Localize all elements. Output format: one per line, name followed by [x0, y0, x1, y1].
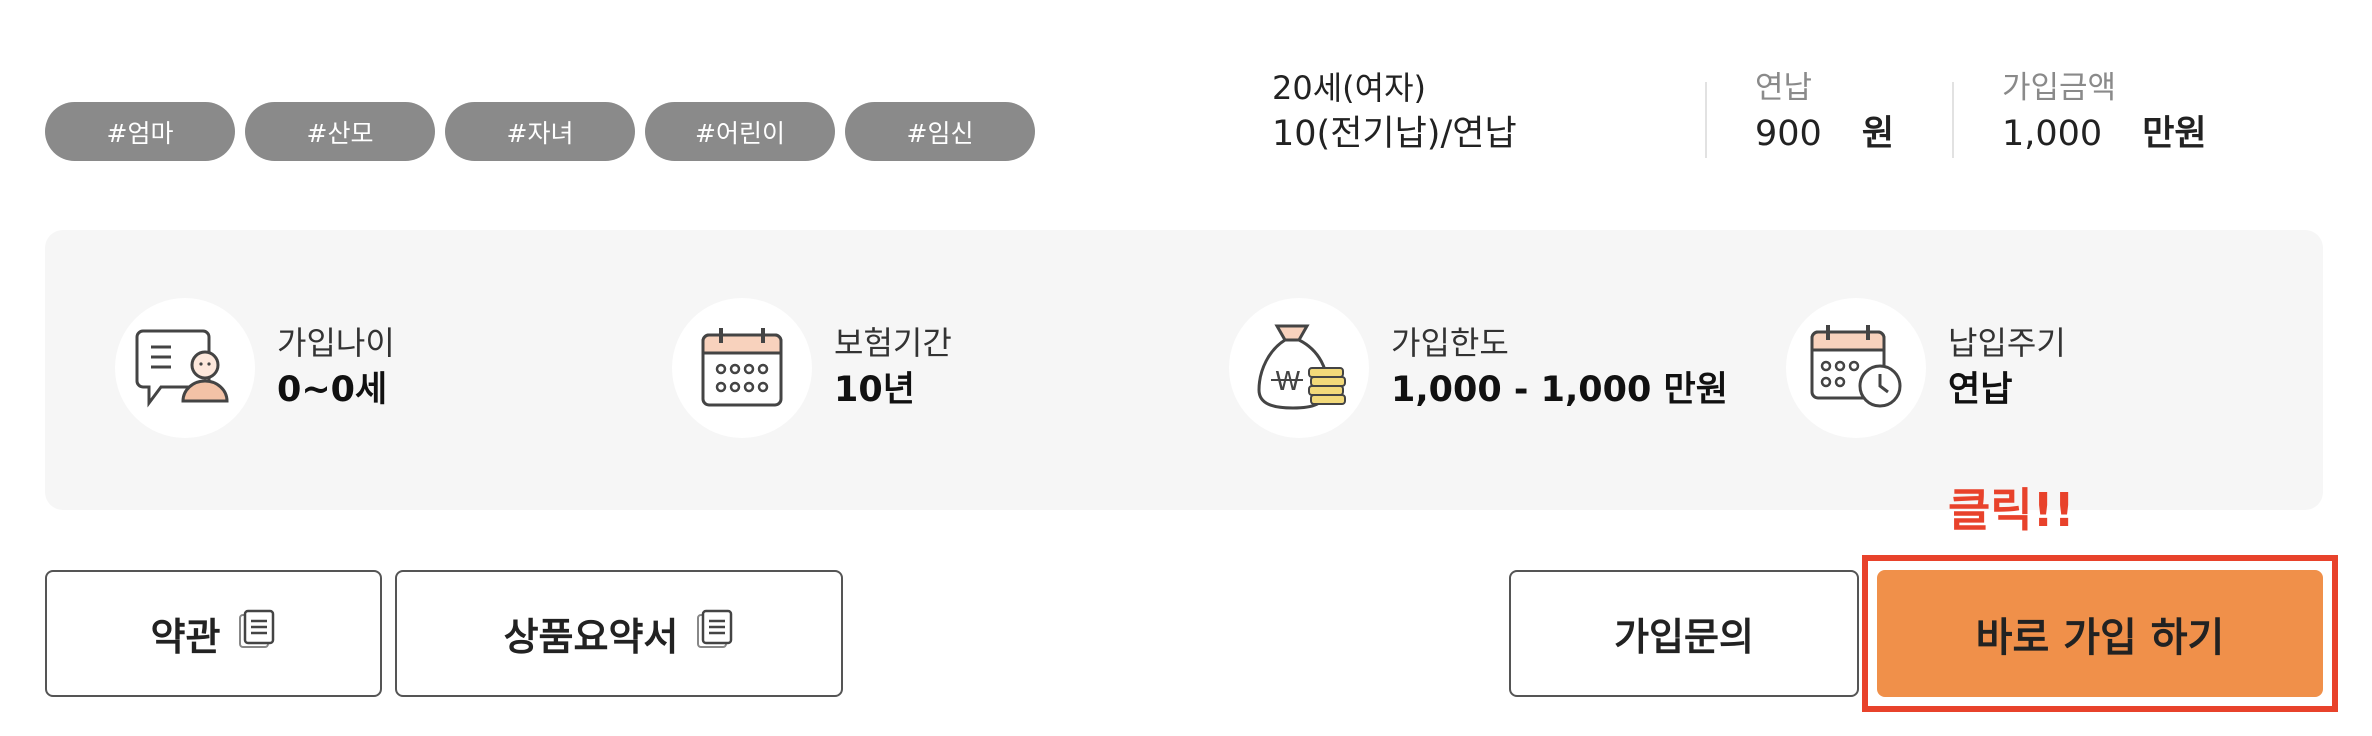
- amount-summary: 가입금액 1,000 만원: [2002, 66, 2207, 158]
- terms-button-label: 약관: [150, 615, 221, 659]
- product-summary-button[interactable]: 상품요약서: [395, 570, 843, 697]
- payment-period: 10(전기납)/연납: [1272, 114, 1517, 154]
- calendar-icon: [672, 298, 812, 438]
- info-item-cycle: 납입주기 연납: [1786, 298, 2066, 438]
- plan-summary: 20세(여자) 10(전기납)/연납: [1272, 66, 1517, 158]
- info-label: 가입한도: [1391, 324, 1509, 362]
- tag-item[interactable]: #산모: [245, 102, 435, 161]
- document-icon: [238, 609, 276, 658]
- premium-summary: 연납 900 원: [1755, 66, 1894, 158]
- amount-value: 1,000: [2002, 114, 2103, 154]
- info-item-period: 보험기간 10년: [672, 298, 952, 438]
- age-consult-icon: [115, 298, 255, 438]
- calendar-clock-icon: [1786, 298, 1926, 438]
- inquiry-button-label: 가입문의: [1614, 615, 1754, 659]
- info-panel: 가입나이 0~0세 보험기간 10년 W 가입한도 1,000 - 1,000 …: [45, 230, 2323, 510]
- info-value: 10년: [834, 370, 915, 410]
- terms-button[interactable]: 약관: [45, 570, 382, 697]
- join-now-button-label: 바로 가입 하기: [1975, 614, 2225, 661]
- info-label: 납입주기: [1948, 324, 2066, 362]
- svg-text:W: W: [1275, 367, 1301, 397]
- click-annotation: 클릭!!: [1948, 483, 2075, 537]
- tag-list: #엄마 #산모 #자녀 #어린이 #임신: [45, 102, 1035, 161]
- amount-unit: 만원: [2142, 114, 2207, 154]
- premium-label: 연납: [1755, 70, 1813, 106]
- money-bag-icon: W: [1229, 298, 1369, 438]
- info-value: 1,000 - 1,000 만원: [1391, 370, 1728, 410]
- divider: [1705, 82, 1707, 158]
- premium-unit: 원: [1861, 114, 1895, 154]
- join-now-button[interactable]: 바로 가입 하기: [1877, 570, 2323, 697]
- info-value: 0~0세: [277, 370, 388, 410]
- info-label: 가입나이: [277, 324, 395, 362]
- info-value: 연납: [1948, 370, 2013, 410]
- premium-value: 900: [1755, 114, 1822, 154]
- info-item-limit: W 가입한도 1,000 - 1,000 만원: [1229, 298, 1728, 438]
- info-item-age: 가입나이 0~0세: [115, 298, 395, 438]
- amount-label: 가입금액: [2002, 70, 2117, 106]
- info-label: 보험기간: [834, 324, 952, 362]
- tag-item[interactable]: #임신: [845, 102, 1035, 161]
- tag-item[interactable]: #자녀: [445, 102, 635, 161]
- age-gender: 20세(여자): [1272, 69, 1427, 107]
- tag-item[interactable]: #엄마: [45, 102, 235, 161]
- document-icon: [696, 609, 734, 658]
- product-summary-button-label: 상품요약서: [503, 615, 679, 659]
- tag-item[interactable]: #어린이: [645, 102, 835, 161]
- divider: [1952, 82, 1954, 158]
- inquiry-button[interactable]: 가입문의: [1509, 570, 1859, 697]
